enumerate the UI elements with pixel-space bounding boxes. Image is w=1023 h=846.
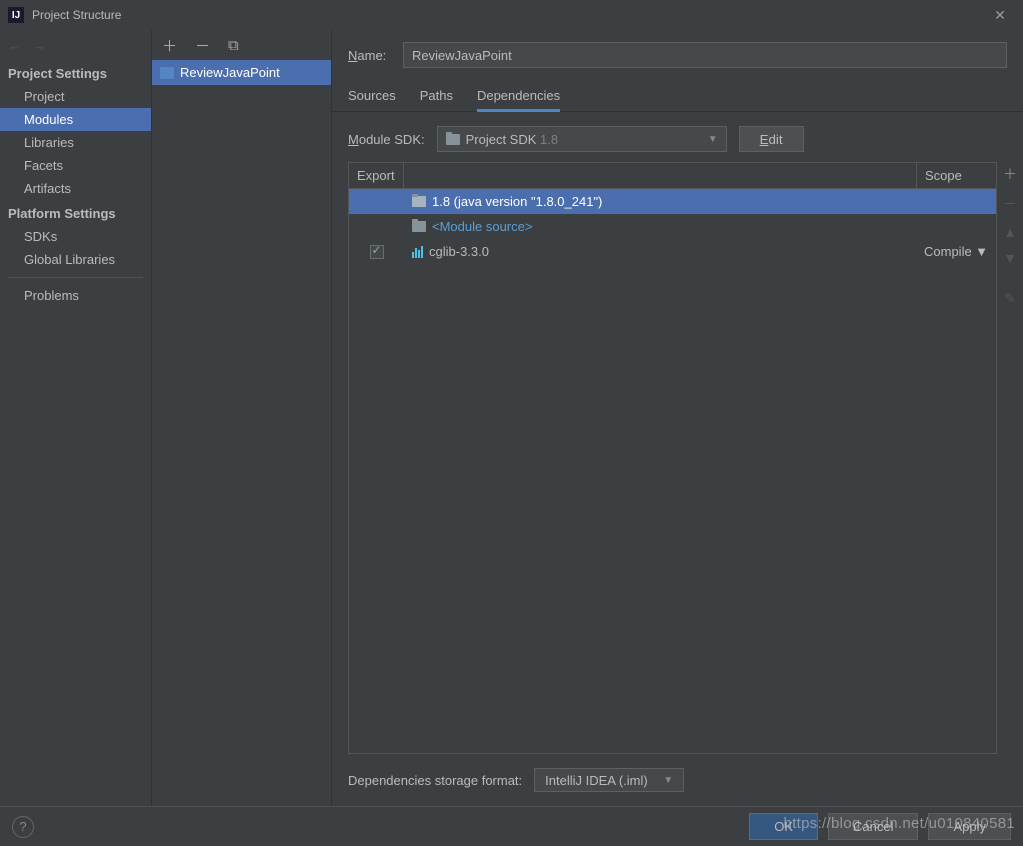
apply-button[interactable]: Apply [928,813,1011,840]
nav-arrows: ← → [0,30,151,60]
module-list-panel: ＋ － ⧉ ReviewJavaPoint [152,30,332,806]
dep-label: <Module source> [432,219,532,234]
storage-format-select[interactable]: IntelliJ IDEA (.iml) ▼ [534,768,684,792]
sidebar-item-problems[interactable]: Problems [0,284,151,307]
sdk-value: Project SDK 1.8 [466,132,702,147]
folder-icon [412,221,426,232]
tab-sources[interactable]: Sources [348,82,396,111]
tab-paths[interactable]: Paths [420,82,453,111]
sidebar-item-facets[interactable]: Facets [0,154,151,177]
table-header: Export Scope [349,163,996,189]
name-label: Name: [348,48,393,63]
remove-dep-icon[interactable]: － [1003,194,1017,214]
settings-sidebar: ← → Project Settings Project Modules Lib… [0,30,152,806]
chevron-down-icon: ▼ [708,134,718,145]
help-button[interactable]: ? [12,816,34,838]
folder-icon [412,196,426,207]
export-checkbox[interactable] [370,245,384,259]
chevron-down-icon: ▼ [975,244,988,259]
module-label: ReviewJavaPoint [180,65,280,80]
module-item[interactable]: ReviewJavaPoint [152,60,331,85]
sidebar-item-libraries[interactable]: Libraries [0,131,151,154]
section-project-settings: Project Settings [0,60,151,85]
library-icon [412,246,423,258]
module-icon [160,67,174,79]
module-tabs: Sources Paths Dependencies [332,76,1023,112]
module-detail: Name: Sources Paths Dependencies Module … [332,30,1023,806]
scope-select[interactable]: Compile ▼ [916,242,996,261]
app-icon: IJ [8,7,24,23]
move-down-icon[interactable]: ▼ [1003,250,1017,266]
divider [8,277,143,278]
sidebar-item-global-libraries[interactable]: Global Libraries [0,248,151,271]
folder-icon [446,134,460,145]
header-export[interactable]: Export [349,163,404,188]
dep-label: cglib-3.3.0 [429,244,489,259]
add-module-icon[interactable]: ＋ [162,35,177,56]
deps-side-tools: ＋ － ▲ ▼ ✎ [997,162,1023,754]
forward-icon[interactable]: → [33,38,46,53]
module-name-input[interactable] [403,42,1007,68]
dep-row-lib[interactable]: cglib-3.3.0 Compile ▼ [349,239,996,264]
section-platform-settings: Platform Settings [0,200,151,225]
sidebar-item-project[interactable]: Project [0,85,151,108]
copy-module-icon[interactable]: ⧉ [228,37,239,54]
module-toolbar: ＋ － ⧉ [152,30,331,60]
sdk-label: Module SDK: [348,132,425,147]
storage-value: IntelliJ IDEA (.iml) [545,773,648,788]
header-scope[interactable]: Scope [916,163,996,188]
dep-row-sdk[interactable]: 1.8 (java version "1.8.0_241") [349,189,996,214]
ok-button[interactable]: OK [749,813,818,840]
cancel-button[interactable]: Cancel [828,813,918,840]
edit-dep-icon[interactable]: ✎ [1004,290,1016,307]
remove-module-icon[interactable]: － [195,35,210,56]
titlebar: IJ Project Structure ✕ [0,0,1023,30]
window-title: Project Structure [32,8,985,22]
dependencies-table: Export Scope 1.8 (java version "1.8.0_24… [348,162,997,754]
sidebar-item-artifacts[interactable]: Artifacts [0,177,151,200]
dep-row-source[interactable]: <Module source> [349,214,996,239]
header-name [404,163,916,188]
tab-dependencies[interactable]: Dependencies [477,82,560,111]
sidebar-item-modules[interactable]: Modules [0,108,151,131]
chevron-down-icon: ▼ [663,775,673,786]
add-dep-icon[interactable]: ＋ [1003,164,1017,184]
sidebar-item-sdks[interactable]: SDKs [0,225,151,248]
move-up-icon[interactable]: ▲ [1003,224,1017,240]
dialog-footer: ? OK Cancel Apply [0,806,1023,846]
storage-label: Dependencies storage format: [348,773,522,788]
edit-sdk-button[interactable]: Edit [739,126,804,152]
dep-label: 1.8 (java version "1.8.0_241") [432,194,602,209]
module-sdk-select[interactable]: Project SDK 1.8 ▼ [437,126,727,152]
close-icon[interactable]: ✕ [985,7,1015,24]
back-icon[interactable]: ← [8,38,21,53]
